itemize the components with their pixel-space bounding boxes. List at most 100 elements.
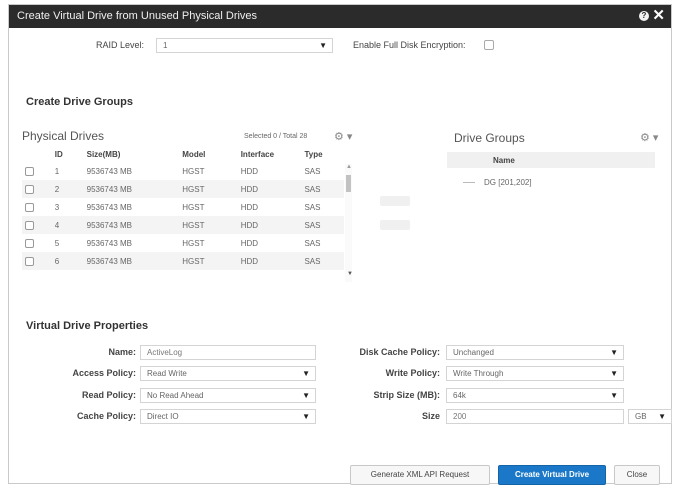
- cell-size: 9536743 MB: [83, 252, 180, 270]
- scroll-down-icon[interactable]: ▼: [347, 271, 353, 277]
- cell-id: 2: [51, 180, 84, 198]
- write-policy-select[interactable]: Write Through ▼: [446, 366, 624, 381]
- generate-xml-button[interactable]: Generate XML API Request: [350, 465, 490, 485]
- row-checkbox[interactable]: [25, 238, 34, 248]
- cell-type: SAS: [304, 202, 321, 212]
- cell-size: 9536743 MB: [86, 238, 132, 248]
- strip-size-select[interactable]: 64k ▼: [446, 388, 624, 403]
- cell-size: 9536743 MB: [83, 180, 180, 198]
- chevron-down-icon: ▼: [610, 369, 618, 378]
- cell-interface: HDD: [237, 252, 302, 270]
- remove-from-group-button[interactable]: [380, 220, 410, 230]
- disk-cache-policy-select[interactable]: Unchanged ▼: [446, 345, 624, 360]
- help-icon[interactable]: ?: [639, 11, 649, 21]
- column-header-interface: Interface: [240, 149, 275, 159]
- raid-level-value: 1: [163, 41, 168, 50]
- table-row[interactable]: 1 9536743 MB HGST HDD SAS: [22, 162, 344, 180]
- chevron-down-icon: ▼: [302, 391, 310, 400]
- chevron-down-icon: ▼: [302, 412, 310, 421]
- scroll-thumb[interactable]: [346, 175, 351, 192]
- size-label: Size: [421, 411, 440, 421]
- chevron-down-icon: ▼: [319, 41, 327, 50]
- physical-drives-title: Physical Drives: [22, 129, 105, 143]
- write-policy-label: Write Policy:: [385, 368, 440, 378]
- row-checkbox[interactable]: [25, 166, 34, 176]
- row-checkbox[interactable]: [25, 256, 34, 266]
- cell-type: SAS: [301, 180, 344, 198]
- cell-type: SAS: [304, 166, 321, 176]
- cell-type: SAS: [301, 216, 344, 234]
- create-virtual-drive-button[interactable]: Create Virtual Drive: [498, 465, 606, 485]
- tree-connector: [463, 182, 475, 183]
- table-header-row: ID Size(MB) Model Interface Type: [22, 146, 344, 162]
- size-unit-select[interactable]: GB ▼: [628, 409, 672, 424]
- selected-summary: Selected 0 / Total 28: [244, 133, 308, 140]
- row-checkbox[interactable]: [25, 220, 34, 230]
- access-policy-label: Access Policy:: [72, 368, 136, 378]
- cell-size: 9536743 MB: [86, 202, 132, 212]
- table-row[interactable]: 6 9536743 MB HGST HDD SAS: [22, 252, 344, 270]
- strip-size-value: 64k: [453, 391, 466, 400]
- cell-type: SAS: [304, 238, 321, 248]
- create-drive-groups-heading: Create Drive Groups: [26, 96, 133, 108]
- cell-id: 1: [54, 166, 60, 176]
- table-row[interactable]: 3 9536743 MB HGST HDD SAS: [22, 198, 344, 216]
- table-row[interactable]: 5 9536743 MB HGST HDD SAS: [22, 234, 344, 252]
- write-policy-value: Write Through: [453, 369, 504, 378]
- cell-id: 3: [54, 202, 60, 212]
- raid-level-select[interactable]: 1 ▼: [156, 38, 333, 53]
- drive-groups-gear-icon[interactable]: ⚙ ▾: [640, 131, 658, 144]
- read-policy-label: Read Policy:: [81, 390, 136, 400]
- add-to-group-button[interactable]: [380, 196, 410, 206]
- dialog-title: Create Virtual Drive from Unused Physica…: [17, 10, 258, 22]
- row-checkbox[interactable]: [25, 202, 34, 212]
- chevron-down-icon: ▼: [610, 348, 618, 357]
- gear-icon[interactable]: ⚙ ▾: [334, 130, 352, 143]
- cache-policy-value: Direct IO: [147, 412, 179, 421]
- chevron-down-icon: ▼: [610, 391, 618, 400]
- table-row[interactable]: 4 9536743 MB HGST HDD SAS: [22, 216, 344, 234]
- column-header-size: Size(MB): [86, 149, 121, 159]
- chevron-down-icon: ▼: [658, 412, 666, 421]
- title-bar: Create Virtual Drive from Unused Physica…: [9, 5, 671, 28]
- column-header-type: Type: [304, 149, 323, 159]
- name-input[interactable]: ActiveLog: [140, 345, 316, 360]
- name-label: Name:: [108, 347, 136, 357]
- drive-groups-title: Drive Groups: [454, 131, 525, 145]
- size-input[interactable]: 200: [446, 409, 624, 424]
- cell-model: HGST: [182, 166, 205, 176]
- close-icon[interactable]: ✕: [652, 7, 665, 25]
- cell-model: HGST: [182, 238, 205, 248]
- row-checkbox[interactable]: [25, 184, 34, 194]
- cell-interface: HDD: [240, 166, 259, 176]
- drive-groups-column-name: Name: [493, 156, 515, 165]
- drive-groups-header: Name: [447, 152, 655, 168]
- access-policy-select[interactable]: Read Write ▼: [140, 366, 316, 381]
- cell-type: SAS: [301, 252, 344, 270]
- cell-model: HGST: [179, 180, 238, 198]
- column-header-model: Model: [182, 149, 206, 159]
- raid-level-label: RAID Level:: [96, 40, 145, 50]
- cell-interface: HDD: [240, 238, 259, 248]
- cell-id: 5: [54, 238, 60, 248]
- chevron-down-icon: ▼: [302, 369, 310, 378]
- cell-size: 9536743 MB: [86, 166, 132, 176]
- cache-policy-label: Cache Policy:: [76, 411, 136, 421]
- strip-size-label: Strip Size (MB):: [373, 390, 441, 400]
- vd-properties-heading: Virtual Drive Properties: [26, 320, 149, 332]
- encryption-checkbox[interactable]: [484, 40, 494, 50]
- drive-group-item[interactable]: DG [201,202]: [484, 178, 532, 187]
- column-header-id: ID: [54, 149, 63, 159]
- close-button[interactable]: Close: [614, 465, 660, 485]
- table-row[interactable]: 2 9536743 MB HGST HDD SAS: [22, 180, 344, 198]
- physical-drives-table: ID Size(MB) Model Interface Type 1 95367…: [22, 146, 344, 270]
- disk-cache-policy-value: Unchanged: [453, 348, 494, 357]
- cell-interface: HDD: [237, 216, 302, 234]
- scroll-up-icon[interactable]: ▲: [346, 164, 352, 170]
- cell-model: HGST: [179, 252, 238, 270]
- read-policy-select[interactable]: No Read Ahead ▼: [140, 388, 316, 403]
- select-column-header: [22, 146, 52, 162]
- cache-policy-select[interactable]: Direct IO ▼: [140, 409, 316, 424]
- encryption-label: Enable Full Disk Encryption:: [353, 40, 466, 50]
- cell-model: HGST: [179, 216, 238, 234]
